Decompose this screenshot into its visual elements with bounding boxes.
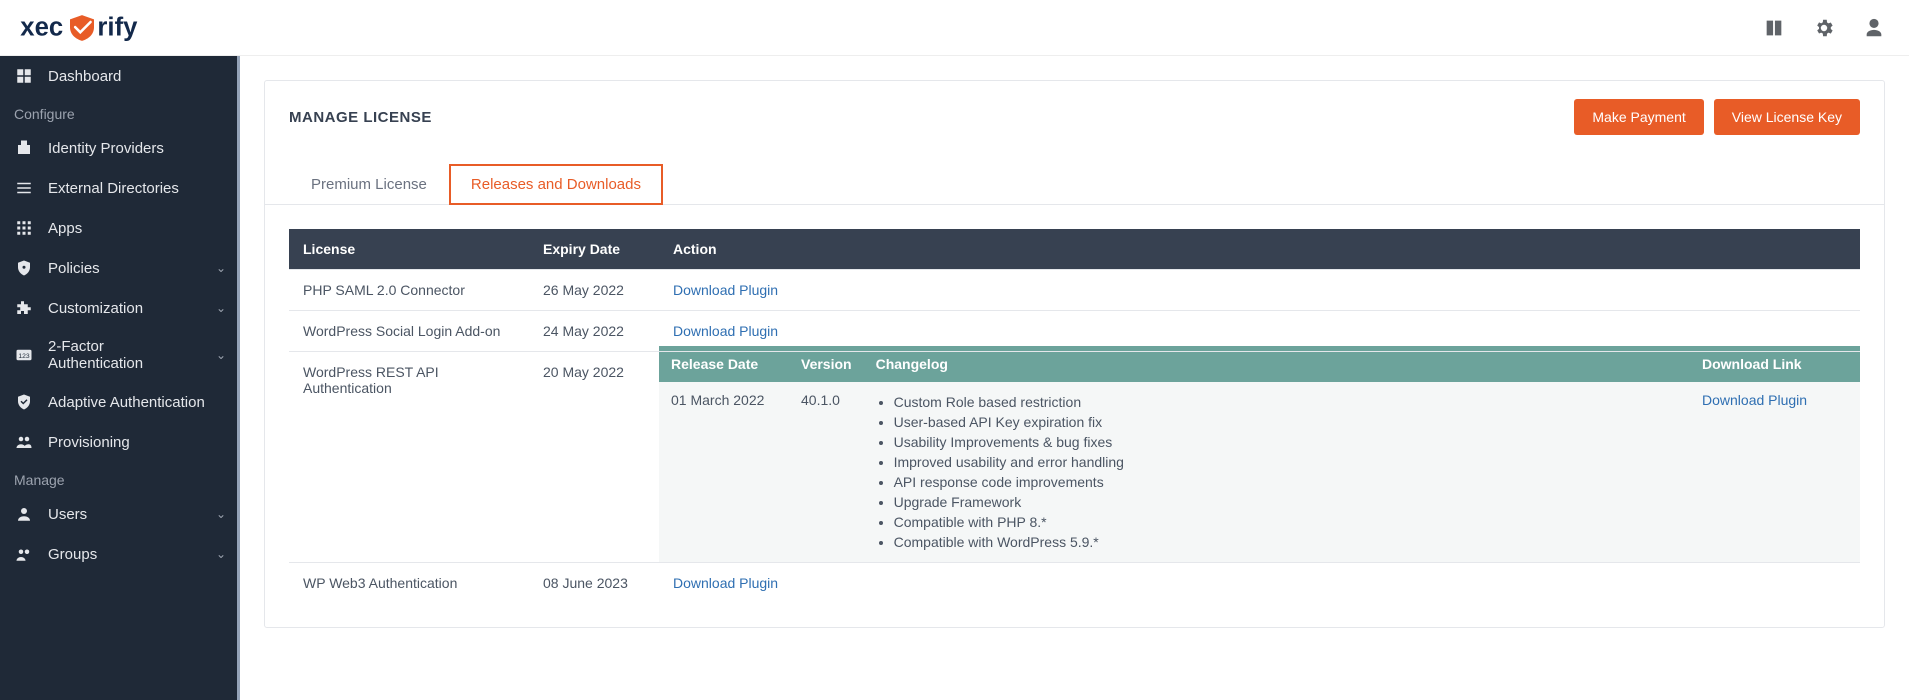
shield-gear-icon — [14, 258, 34, 278]
sidebar-section-configure: Configure — [0, 96, 240, 128]
cell-expiry: 24 May 2022 — [529, 311, 659, 352]
th-changelog: Changelog — [864, 346, 1690, 382]
sidebar-item-customization[interactable]: Customization ⌄ — [0, 288, 240, 328]
license-card: MANAGE LICENSE Make Payment View License… — [264, 80, 1885, 628]
chevron-down-icon: ⌄ — [216, 507, 226, 521]
tab-releases-downloads[interactable]: Releases and Downloads — [449, 164, 663, 205]
svg-text:123: 123 — [18, 353, 30, 360]
changelog-item: Upgrade Framework — [894, 492, 1678, 512]
sidebar-label: 2-Factor Authentication — [48, 338, 202, 372]
changelog-item: Improved usability and error handling — [894, 452, 1678, 472]
sidebar-section-manage: Manage — [0, 462, 240, 494]
keypad-icon: 123 — [14, 345, 34, 365]
cell-changelog: Custom Role based restrictionUser-based … — [864, 382, 1690, 562]
sidebar-label: Identity Providers — [48, 140, 226, 157]
sidebar-label: Policies — [48, 260, 202, 277]
sidebar-label: Customization — [48, 300, 202, 317]
download-plugin-link[interactable]: Download Plugin — [1702, 392, 1807, 408]
changelog-item: Usability Improvements & bug fixes — [894, 432, 1678, 452]
sidebar-label: Apps — [48, 220, 226, 237]
th-download-link: Download Link — [1690, 346, 1860, 382]
sidebar-label: Provisioning — [48, 434, 226, 451]
changelog-item: Compatible with PHP 8.* — [894, 512, 1678, 532]
cell-expiry: 20 May 2022 — [529, 352, 659, 563]
main-content: MANAGE LICENSE Make Payment View License… — [240, 56, 1909, 700]
sidebar-item-dashboard[interactable]: Dashboard — [0, 56, 240, 96]
topbar: xec rify — [0, 0, 1909, 56]
tab-premium-license[interactable]: Premium License — [289, 164, 449, 205]
sidebar-item-adaptive[interactable]: Adaptive Authentication — [0, 382, 240, 422]
sidebar-item-groups[interactable]: Groups ⌄ — [0, 534, 240, 574]
puzzle-icon — [14, 298, 34, 318]
grid-icon — [14, 218, 34, 238]
changelog-item: Custom Role based restriction — [894, 392, 1678, 412]
users-icon — [14, 432, 34, 452]
cell-release-date: 01 March 2022 — [659, 382, 789, 562]
th-action: Action — [659, 229, 1860, 270]
th-version: Version — [789, 346, 864, 382]
th-release-date: Release Date — [659, 346, 789, 382]
sidebar-label: Adaptive Authentication — [48, 394, 226, 411]
release-row: 01 March 2022 40.1.0 Custom Role based r… — [659, 382, 1860, 562]
svg-text:rify: rify — [97, 13, 138, 41]
chevron-down-icon: ⌄ — [216, 261, 226, 275]
cell-expiry: 26 May 2022 — [529, 270, 659, 311]
list-icon — [14, 178, 34, 198]
make-payment-button[interactable]: Make Payment — [1574, 99, 1703, 135]
download-plugin-link[interactable]: Download Plugin — [673, 323, 778, 339]
cell-license: WP Web3 Authentication — [289, 563, 529, 604]
user-icon — [14, 504, 34, 524]
sidebar-item-provisioning[interactable]: Provisioning — [0, 422, 240, 462]
sidebar-item-external-directories[interactable]: External Directories — [0, 168, 240, 208]
table-row: WP Web3 Authentication 08 June 2023 Down… — [289, 563, 1860, 604]
cell-expiry: 08 June 2023 — [529, 563, 659, 604]
table-row: WordPress REST API Authentication 20 May… — [289, 352, 1860, 563]
cell-version: 40.1.0 — [789, 382, 864, 562]
sidebar: Dashboard Configure Identity Providers E… — [0, 56, 240, 700]
user-icon[interactable] — [1863, 17, 1885, 39]
briefcase-icon — [14, 138, 34, 158]
tabs: Premium License Releases and Downloads — [265, 153, 1884, 205]
chevron-down-icon: ⌄ — [216, 547, 226, 561]
group-icon — [14, 544, 34, 564]
th-license: License — [289, 229, 529, 270]
dashboard-icon — [14, 66, 34, 86]
download-plugin-link[interactable]: Download Plugin — [673, 282, 778, 298]
docs-icon[interactable] — [1763, 17, 1785, 39]
sidebar-label: External Directories — [48, 180, 226, 197]
chevron-down-icon: ⌄ — [216, 301, 226, 315]
releases-table: Release Date Version Changelog Download … — [659, 346, 1860, 562]
sidebar-item-apps[interactable]: Apps — [0, 208, 240, 248]
th-expiry: Expiry Date — [529, 229, 659, 270]
view-license-key-button[interactable]: View License Key — [1714, 99, 1860, 135]
license-table: License Expiry Date Action PHP SAML 2.0 … — [289, 229, 1860, 603]
cell-license: PHP SAML 2.0 Connector — [289, 270, 529, 311]
sidebar-label: Users — [48, 506, 202, 523]
cell-license: WordPress REST API Authentication — [289, 352, 529, 563]
sidebar-item-2fa[interactable]: 123 2-Factor Authentication ⌄ — [0, 328, 240, 382]
sidebar-label: Dashboard — [48, 68, 226, 85]
page-title: MANAGE LICENSE — [289, 109, 432, 126]
changelog-item: API response code improvements — [894, 472, 1678, 492]
sidebar-item-policies[interactable]: Policies ⌄ — [0, 248, 240, 288]
download-plugin-link[interactable]: Download Plugin — [673, 575, 778, 591]
card-header: MANAGE LICENSE Make Payment View License… — [265, 81, 1884, 153]
changelog-item: User-based API Key expiration fix — [894, 412, 1678, 432]
sidebar-item-users[interactable]: Users ⌄ — [0, 494, 240, 534]
sidebar-label: Groups — [48, 546, 202, 563]
changelog-item: Compatible with WordPress 5.9.* — [894, 532, 1678, 552]
shield-check-icon — [14, 392, 34, 412]
sidebar-item-identity-providers[interactable]: Identity Providers — [0, 128, 240, 168]
chevron-down-icon: ⌄ — [216, 348, 226, 362]
sidebar-resize-handle[interactable] — [237, 56, 240, 700]
table-row: PHP SAML 2.0 Connector 26 May 2022 Downl… — [289, 270, 1860, 311]
logo: xec rify — [16, 10, 196, 46]
svg-text:xec: xec — [20, 13, 63, 41]
gear-icon[interactable] — [1813, 17, 1835, 39]
cell-license: WordPress Social Login Add-on — [289, 311, 529, 352]
